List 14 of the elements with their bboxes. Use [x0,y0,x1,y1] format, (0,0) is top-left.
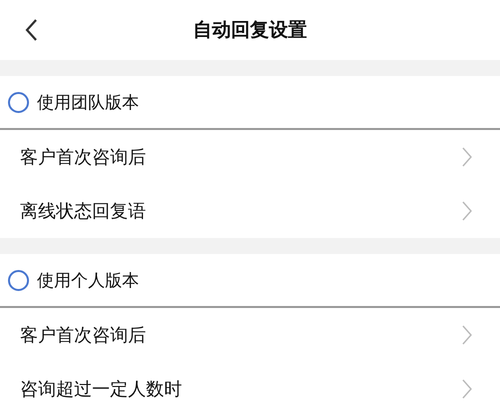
page-title: 自动回复设置 [193,18,307,43]
radio-button[interactable] [8,92,29,112]
list-item[interactable]: 客户首次咨询后 [20,145,146,169]
back-icon[interactable] [24,18,38,42]
radio-option[interactable]: 使用团队版本 [0,76,500,130]
chevron-icon [462,325,472,345]
chevron-icon [462,201,472,221]
radio-option[interactable]: 使用个人版本 [0,254,500,308]
list-item[interactable]: 咨询超过一定人数时 [20,377,182,401]
radio-button[interactable] [8,270,29,290]
list-item[interactable]: 离线状态回复语 [20,199,146,223]
chevron-icon [462,147,472,167]
list-item[interactable]: 客户首次咨询后 [20,323,146,347]
chevron-icon [462,379,472,399]
